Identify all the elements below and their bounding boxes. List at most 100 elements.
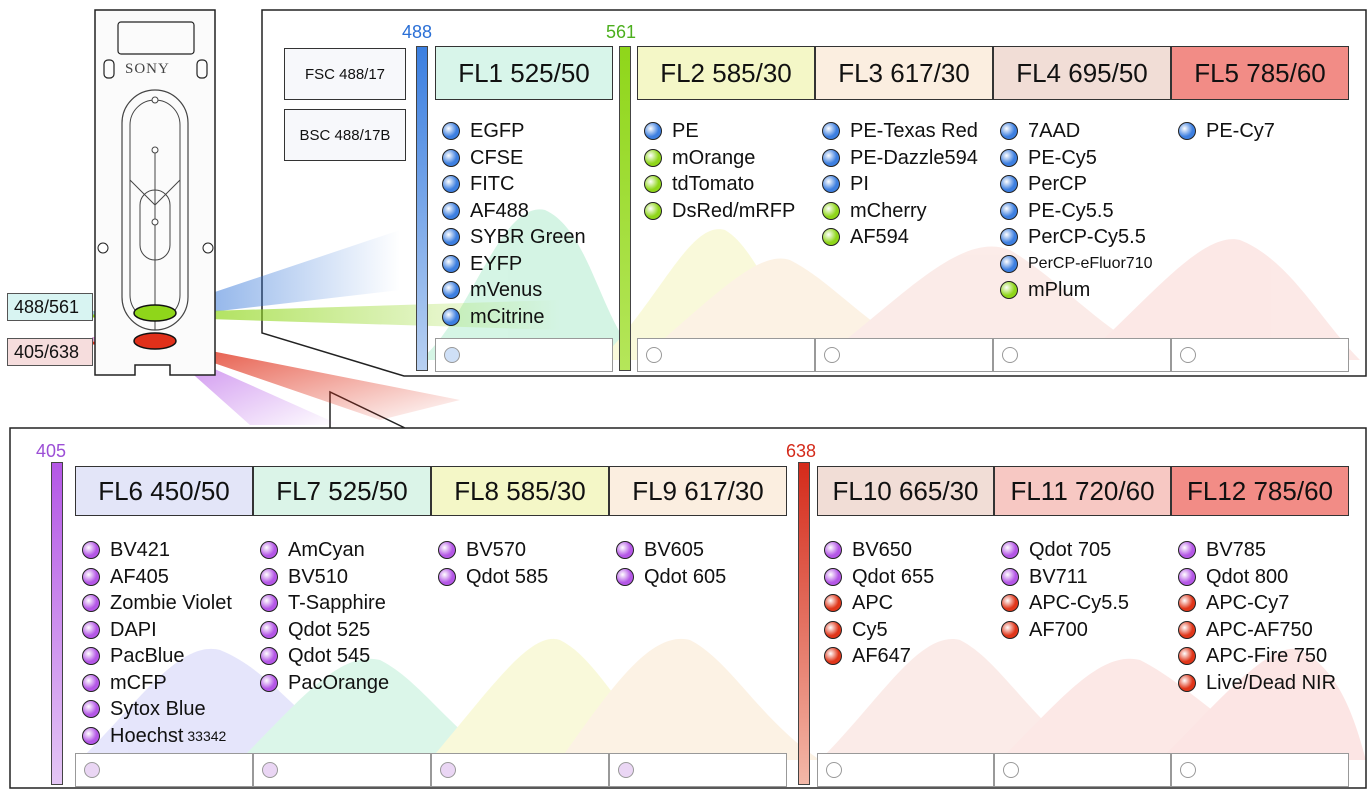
laser-tag-405-638: 405/638	[7, 338, 93, 366]
blue-laser-dot-icon	[1000, 228, 1018, 247]
violet-laser-dot-icon	[82, 567, 100, 586]
fluorophore-item: BV650	[824, 537, 934, 564]
blue-laser-dot-icon	[442, 122, 460, 141]
fluorophore-item: mOrange	[644, 145, 795, 172]
bottom-channel-header-4: FL9 617/30	[609, 466, 787, 516]
fluorophore-name: BV650	[852, 539, 913, 561]
red-laser-dot-icon	[1001, 594, 1019, 613]
fluorophore-name: Qdot 605	[644, 565, 727, 588]
fluorophore-name: DsRed/mRFP	[672, 199, 796, 222]
bottom-channel-header-6: FL11 720/60	[994, 466, 1171, 516]
empty-slot-circle-icon	[444, 347, 460, 363]
top-detector-slot-2	[637, 338, 815, 372]
fluorophore-name: BV421	[110, 539, 171, 561]
violet-laser-dot-icon	[260, 620, 278, 639]
top-fluor-list-2: PE mOrange tdTomato DsRed/mRFP	[644, 118, 795, 224]
violet-laser-dot-icon	[260, 567, 278, 586]
fluorophore-item: Qdot 655	[824, 564, 934, 591]
fluorophore-item: Zombie Violet	[82, 590, 232, 617]
fluorophore-item: PE	[644, 118, 795, 145]
bottom-fluor-list-1: BV421 AF405 Zombie Violet DAPI PacBlue mCFP Sy…	[82, 537, 232, 749]
blue-laser-dot-icon	[442, 281, 460, 300]
violet-laser-dot-icon	[82, 726, 100, 745]
blue-laser-dot-icon	[1000, 122, 1018, 141]
fluorophore-suffix: 33342	[187, 727, 227, 744]
fluorophore-item: BV570	[438, 537, 548, 564]
empty-slot-circle-icon	[646, 347, 662, 363]
red-laser-dot-icon	[824, 594, 842, 613]
bottom-detector-slot-4	[609, 753, 787, 787]
bottom-channel-header-7: FL12 785/60	[1171, 466, 1349, 516]
fluorophore-item: T-Sapphire	[260, 590, 389, 617]
fluorophore-item: Qdot 585	[438, 564, 548, 591]
top-channel-header-2: FL2 585/30	[637, 46, 815, 100]
violet-laser-dot-icon	[438, 541, 456, 560]
fluorophore-name: SYBR Green	[470, 226, 586, 248]
blue-laser-dot-icon	[822, 122, 840, 141]
bottom-channel-header-2: FL7 525/50	[253, 466, 431, 516]
fluorophore-item: EGFP	[442, 118, 586, 145]
fluorophore-name: tdTomato	[672, 173, 755, 195]
fluorophore-item: PI	[822, 171, 978, 198]
bsc-detector: BSC 488/17B	[284, 109, 406, 161]
fluorophore-item: Qdot 525	[260, 617, 389, 644]
fluorophore-item: PE-Texas Red	[822, 118, 978, 145]
fluorophore-item: APC-Cy5.5	[1001, 590, 1129, 617]
violet-laser-dot-icon	[260, 594, 278, 613]
blue-laser-dot-icon	[644, 122, 662, 141]
blue-laser-dot-icon	[1178, 122, 1196, 141]
empty-slot-circle-icon	[440, 762, 456, 778]
top-channel-header-1: FL1 525/50	[435, 46, 613, 100]
fluorophore-name: mCFP	[110, 671, 167, 694]
fluorophore-item: EYFP	[442, 251, 586, 278]
green-laser-dot-icon	[822, 228, 840, 247]
fluorophore-item: Live/Dead NIR	[1178, 670, 1336, 697]
bottom-channel-header-5: FL10 665/30	[817, 466, 994, 516]
fluorophore-name: Qdot 705	[1029, 539, 1112, 561]
red-laser-dot-icon	[1178, 673, 1196, 692]
top-detector-slot-1	[435, 338, 613, 372]
fluorophore-name: AF488	[470, 199, 529, 222]
violet-laser-dot-icon	[82, 541, 100, 560]
bottom-channel-header-1: FL6 450/50	[75, 466, 253, 516]
fluorophore-name: BV510	[288, 565, 349, 588]
fluorophore-item: Cy5	[824, 617, 934, 644]
fluorophore-item: Qdot 800	[1178, 564, 1336, 591]
fluorophore-item: APC-Cy7	[1178, 590, 1336, 617]
fluorophore-item: mVenus	[442, 277, 586, 304]
fluorophore-name: PE-Dazzle594	[850, 146, 978, 169]
blue-laser-dot-icon	[1000, 201, 1018, 220]
top-channel-header-4: FL4 695/50	[993, 46, 1171, 100]
fluorophore-name: APC-Cy7	[1206, 592, 1290, 614]
fsc-detector: FSC 488/17	[284, 48, 406, 100]
fluorophore-item: Qdot 605	[616, 564, 726, 591]
fluorophore-name: AF700	[1029, 618, 1088, 641]
fluorophore-item: AF594	[822, 224, 978, 251]
fluorophore-item: PerCP-eFluor710	[1000, 251, 1153, 278]
top-channel-header-5: FL5 785/60	[1171, 46, 1349, 100]
fluorophore-name: 7AAD	[1028, 120, 1081, 142]
blue-laser-dot-icon	[1000, 148, 1018, 167]
blue-laser-dot-icon	[442, 175, 460, 194]
fluorophore-name: PerCP-eFluor710	[1028, 254, 1153, 272]
empty-slot-circle-icon	[1002, 347, 1018, 363]
fluorophore-item: CFSE	[442, 145, 586, 172]
empty-slot-circle-icon	[618, 762, 634, 778]
laser-tag-488-561: 488/561	[7, 293, 93, 321]
top-fluor-list-5: PE-Cy7	[1178, 118, 1275, 145]
violet-laser-dot-icon	[1178, 541, 1196, 560]
fluorophore-item: APC-AF750	[1178, 617, 1336, 644]
red-laser-dot-icon	[1001, 620, 1019, 639]
fluorophore-item: BV605	[616, 537, 726, 564]
empty-slot-circle-icon	[824, 347, 840, 363]
laser-bar-638	[798, 462, 810, 785]
fluorophore-name: Live/Dead NIR	[1206, 671, 1337, 694]
violet-laser-dot-icon	[260, 647, 278, 666]
violet-laser-dot-icon	[82, 647, 100, 666]
bottom-detector-slot-1	[75, 753, 253, 787]
fluorophore-item: AmCyan	[260, 537, 389, 564]
violet-laser-dot-icon	[438, 567, 456, 586]
fluorophore-name: mCitrine	[470, 305, 545, 328]
green-laser-dot-icon	[644, 175, 662, 194]
fluorophore-item: Qdot 545	[260, 643, 389, 670]
